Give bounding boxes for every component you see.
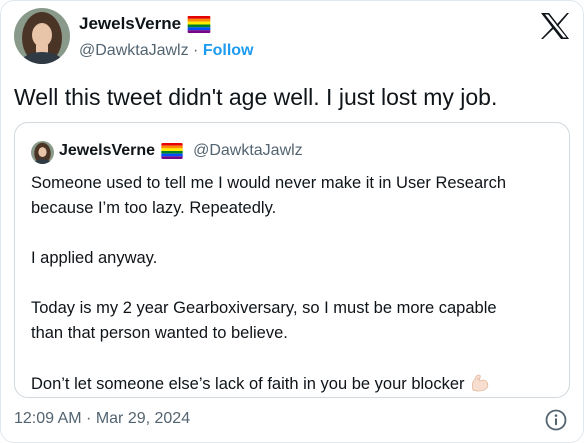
quoted-author-name: JewelsVerne [59,142,156,159]
author-display-name[interactable]: JewelsVerne [79,14,181,34]
quoted-line: Someone used to tell me I would never ma… [31,174,507,192]
quoted-line: than that person wanted to believe. [31,324,288,342]
quoted-author-avatar [31,141,54,164]
author-avatar[interactable] [14,8,70,64]
rainbow-flag-icon [161,143,183,159]
quoted-line-text: Don’t let someone else’s lack of faith i… [31,375,465,393]
author-handle-row: @DawktaJawlz · Follow [79,42,253,60]
quoted-line: I applied anyway. [31,249,158,267]
quoted-line-last: Don’t let someone else’s lack of faith i… [31,371,561,397]
flexed-biceps-icon [469,371,491,393]
tweet-text: Well this tweet didn't age well. I just … [14,84,498,110]
author-handle[interactable]: @DawktaJawlz [79,42,189,59]
rainbow-flag-icon [187,15,211,33]
info-icon[interactable] [545,409,567,431]
quoted-line: Today is my 2 year Gearboxiversary, so I… [31,299,497,317]
author-name-row[interactable]: JewelsVerne [79,14,211,34]
tweet-timestamp[interactable]: 12:09 AM · Mar 29, 2024 [14,410,190,428]
quoted-line: because I’m too lazy. Repeatedly. [31,199,277,217]
quoted-author-row: JewelsVerne @DawktaJawlz [59,142,303,160]
x-logo-icon[interactable] [540,12,570,40]
quoted-tweet-body: Someone used to tell me I would never ma… [31,171,561,397]
follow-button[interactable]: Follow [203,42,254,59]
handle-separator: · [188,42,203,59]
quoted-author-handle: @DawktaJawlz [193,142,303,159]
